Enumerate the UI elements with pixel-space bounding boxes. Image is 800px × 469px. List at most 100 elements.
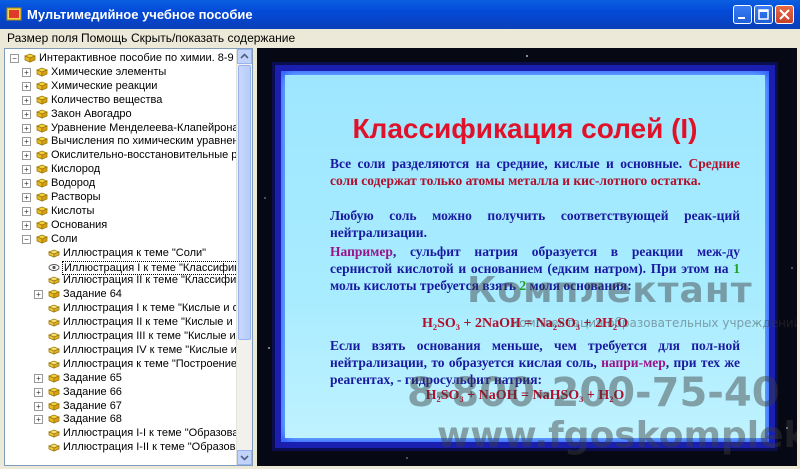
page-icon (47, 331, 61, 342)
expand-icon[interactable]: + (34, 401, 43, 411)
book-icon (35, 164, 49, 175)
book-icon (35, 67, 49, 78)
tree-item[interactable]: Иллюстрация к теме "Построение на (5, 358, 239, 371)
tree-item[interactable]: + Кислород (5, 163, 239, 176)
expand-icon[interactable]: + (22, 179, 31, 189)
book-icon (35, 234, 49, 245)
expand-icon[interactable]: + (22, 220, 31, 230)
tree-item-label: Кислоты (51, 204, 95, 217)
collapse-icon[interactable]: − (10, 54, 19, 63)
tree-item[interactable]: + Задание 64 (5, 288, 239, 301)
tree-item[interactable]: Иллюстрация II к теме "Классифика (5, 274, 239, 287)
close-icon (779, 9, 790, 20)
tree-item[interactable]: Иллюстрация III к теме "Кислые и ос (5, 330, 239, 343)
collapse-icon[interactable]: − (22, 234, 31, 244)
expand-icon[interactable]: + (22, 81, 31, 91)
expand-icon[interactable]: + (34, 415, 43, 425)
arrow-up-icon (240, 53, 249, 59)
expand-icon[interactable]: + (22, 151, 31, 161)
tree-item-label: Уравнение Менделеева-Клапейрона (51, 121, 239, 134)
tree-item[interactable]: Иллюстрация I-I к теме "Образовани (5, 427, 239, 440)
expand-icon[interactable]: + (22, 165, 31, 175)
tree-item[interactable]: − Интерактивное пособие по химии. 8-9 кла… (5, 52, 239, 65)
tree-item[interactable]: + Задание 66 (5, 386, 239, 399)
book-icon (35, 220, 49, 231)
maximize-button[interactable] (754, 5, 773, 24)
tree-item[interactable]: + Химические реакции (5, 80, 239, 93)
tree-item[interactable]: + Уравнение Менделеева-Клапейрона (5, 122, 239, 135)
tree-item[interactable]: Иллюстрация II к теме "Кислые и осн (5, 316, 239, 329)
expand-icon[interactable]: + (34, 387, 43, 397)
tree-item[interactable]: − Соли (5, 233, 239, 246)
tree-item-label: Иллюстрация I-I к теме "Образовани (63, 427, 239, 440)
tree-item[interactable]: + Вычисления по химическим уравнениям (5, 135, 239, 148)
book-icon (35, 95, 49, 106)
book-icon (47, 373, 61, 384)
expand-icon[interactable]: + (22, 67, 31, 77)
expand-icon[interactable]: + (22, 95, 31, 105)
menu-toggle-contents[interactable]: Скрыть/показать содержание (131, 31, 295, 45)
tree-item[interactable]: Иллюстрация I к теме "Классификац (5, 260, 239, 275)
tree-item-label: Кислород (51, 163, 101, 176)
page-icon (47, 428, 61, 439)
tree-item-label: Основания (51, 218, 108, 231)
expand-icon[interactable]: + (22, 123, 31, 133)
tree-item[interactable]: + Водород (5, 177, 239, 190)
tree-item-label: Закон Авогадро (51, 107, 132, 120)
expand-icon[interactable]: + (22, 193, 31, 202)
tree-item[interactable]: Иллюстрация I-II к теме "Образовани (5, 441, 239, 454)
page-icon (47, 345, 61, 356)
watermark-phone: 8-800-200-75-40 (407, 370, 780, 416)
page-icon (47, 275, 61, 286)
tree-item-label: Химические элементы (51, 65, 167, 78)
book-icon (47, 414, 61, 425)
tree-item-label: Окислительно-восстановительные реа (51, 149, 239, 162)
tree-item[interactable]: Иллюстрация к теме "Соли" (5, 247, 239, 260)
book-icon (23, 53, 37, 64)
expand-icon[interactable]: + (34, 290, 43, 300)
page-icon (47, 303, 61, 314)
expand-icon[interactable]: + (34, 373, 43, 383)
expand-icon[interactable]: + (22, 137, 31, 147)
book-icon (47, 289, 61, 300)
tree-item[interactable]: + Задание 65 (5, 372, 239, 385)
menu-field-size[interactable]: Размер поля (7, 31, 78, 45)
scroll-up-button[interactable] (237, 49, 252, 64)
tree-item[interactable]: + Химические элементы (5, 66, 239, 79)
paragraph-neutralization: Любую соль можно получить соответствующе… (330, 207, 740, 241)
tree-item[interactable]: Иллюстрация IV к теме "Кислые и ос (5, 344, 239, 357)
tree-item-label: Иллюстрация к теме "Построение на (63, 357, 239, 370)
book-icon (35, 178, 49, 189)
close-button[interactable] (775, 5, 794, 24)
tree-item-label: Иллюстрация III к теме "Кислые и ос (63, 330, 239, 342)
tree-item[interactable]: + Задание 67 (5, 400, 239, 413)
menu-help[interactable]: Помощь (81, 31, 127, 45)
tree-item[interactable]: + Основания (5, 219, 239, 232)
book-icon (47, 387, 61, 398)
tree-item[interactable]: Иллюстрация I к теме "Кислые и осн (5, 302, 239, 315)
book-icon (35, 109, 49, 120)
watermark-brand: Комплектант (467, 270, 753, 311)
tree-item-label: Иллюстрация к теме "Соли" (63, 246, 207, 259)
tree-item-label: Задание 66 (63, 385, 122, 398)
tree-item-label: Иллюстрация I к теме "Классификац (62, 260, 239, 275)
expand-icon[interactable]: + (22, 206, 31, 216)
scroll-thumb[interactable] (238, 65, 251, 340)
tree-item[interactable]: + Кислоты (5, 205, 239, 218)
tree-item[interactable]: + Растворы (5, 191, 239, 204)
minimize-button[interactable] (733, 5, 752, 24)
tree-item-label: Растворы (51, 191, 101, 203)
book-icon (35, 192, 49, 203)
scroll-down-button[interactable] (237, 450, 252, 465)
tree-item[interactable]: + Закон Авогадро (5, 108, 239, 121)
tree-item[interactable]: + Окислительно-восстановительные реа (5, 149, 239, 162)
tree-item-label: Задание 65 (63, 371, 122, 384)
page-icon (47, 359, 61, 370)
tree-item[interactable]: + Количество вещества (5, 94, 239, 107)
tree-item[interactable]: + Задание 68 (5, 413, 239, 426)
expand-icon[interactable]: + (22, 109, 31, 119)
book-icon (35, 123, 49, 134)
text-all-salts: Все соли разделяются на средние, кислые … (330, 156, 683, 171)
content-pane: Классификация солей (I) Все соли разделя… (257, 48, 797, 466)
tree-scrollbar[interactable] (236, 49, 252, 465)
